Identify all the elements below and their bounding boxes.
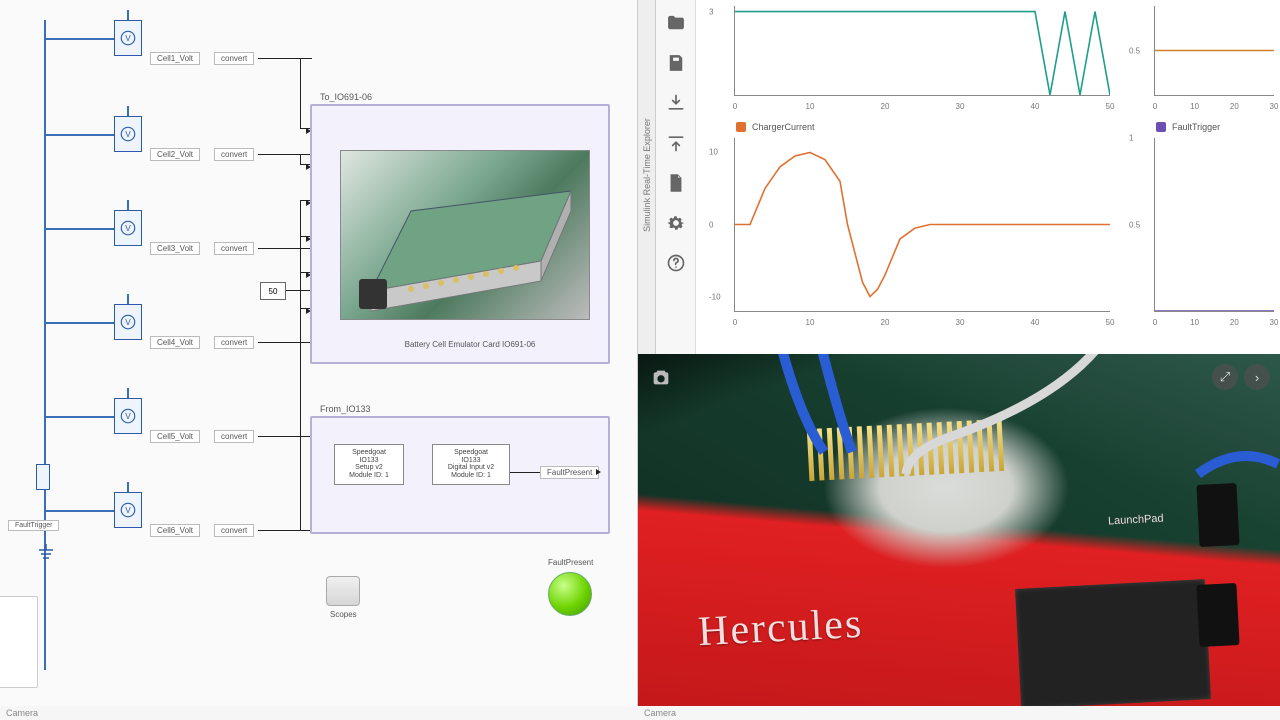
chart-series[interactable]: 01020300.5	[1116, 0, 1280, 120]
scope-toolbar	[656, 0, 696, 354]
cell-label-6: Cell6_Volt	[150, 524, 200, 537]
fault-switch[interactable]	[36, 464, 50, 490]
speedgoat-setup-block[interactable]: Speedgoat IO133 Setup v2 Module ID: 1	[334, 444, 404, 485]
voltmeter-6[interactable]: V	[114, 492, 142, 528]
side-tab-label: Simulink Real-Time Explorer	[642, 110, 652, 240]
scopes-button[interactable]	[326, 576, 360, 606]
camera-label: Camera	[638, 706, 1280, 720]
svg-text:V: V	[125, 224, 131, 233]
convert-block-1[interactable]: convert	[214, 52, 254, 65]
fault-led	[548, 572, 592, 616]
voltmeter-4[interactable]: V	[114, 304, 142, 340]
cell-label-4: Cell4_Volt	[150, 336, 200, 349]
scope-panel: Simulink Real-Time Explorer 010203040503…	[638, 0, 1280, 354]
convert-block-2[interactable]: convert	[214, 148, 254, 161]
file-icon[interactable]	[663, 170, 689, 196]
help-icon[interactable]	[663, 250, 689, 276]
gear-icon[interactable]	[663, 210, 689, 236]
simulink-canvas[interactable]: VCell1_VoltconvertVCell2_VoltconvertVCel…	[0, 0, 638, 720]
cell-label-3: Cell3_Volt	[150, 242, 200, 255]
constant-block[interactable]: 50	[260, 282, 286, 300]
voltmeter-1[interactable]: V	[114, 20, 142, 56]
fault-led-label: FaultPresent	[548, 558, 593, 567]
subsystem-to-title: To_IO691-06	[320, 92, 372, 102]
cell-label-2: Cell2_Volt	[150, 148, 200, 161]
folder-icon[interactable]	[663, 10, 689, 36]
fault-trigger-tag: FaultTrigger	[8, 520, 59, 531]
cell-label-5: Cell5_Volt	[150, 430, 200, 443]
voltmeter-2[interactable]: V	[114, 116, 142, 152]
constant-value: 50	[269, 287, 278, 296]
download-icon[interactable]	[663, 90, 689, 116]
voltmeter-5[interactable]: V	[114, 398, 142, 434]
chart-ChargerCurrent[interactable]: 01020304050-10010	[696, 132, 1116, 336]
camera-zoom-icon[interactable]: ⤢	[1212, 364, 1238, 390]
emulator-card-image	[340, 150, 590, 320]
cell-label-1: Cell1_Volt	[150, 52, 200, 65]
camera-source-icon	[650, 366, 672, 388]
svg-text:V: V	[125, 506, 131, 515]
camera-view: Hercules LaunchPad ⤢ ›	[638, 354, 1280, 706]
voltmeter-3[interactable]: V	[114, 210, 142, 246]
convert-block-5[interactable]: convert	[214, 430, 254, 443]
chart-series[interactable]: 010203040503	[696, 0, 1116, 120]
chart-FaultTrigger[interactable]: 01020300.51	[1116, 132, 1280, 336]
convert-block-3[interactable]: convert	[214, 242, 254, 255]
legend-chargercurrent: ChargerCurrent	[752, 122, 815, 132]
side-tab-bar[interactable]: Simulink Real-Time Explorer	[638, 0, 656, 354]
svg-text:V: V	[125, 318, 131, 327]
slider-block[interactable]	[0, 596, 38, 688]
convert-block-6[interactable]: convert	[214, 524, 254, 537]
ground-icon	[38, 544, 54, 562]
pcb-board-name: Hercules	[697, 600, 865, 657]
svg-text:V: V	[125, 412, 131, 421]
scopes-label: Scopes	[330, 610, 357, 619]
save-icon[interactable]	[663, 50, 689, 76]
emulator-caption: Battery Cell Emulator Card IO691-06	[360, 340, 580, 349]
svg-text:V: V	[125, 34, 131, 43]
convert-block-4[interactable]: convert	[214, 336, 254, 349]
fault-present-out: FaultPresent	[540, 466, 599, 479]
legend-faulttrigger: FaultTrigger	[1172, 122, 1220, 132]
camera-controls: ⤢ ›	[1212, 364, 1270, 390]
speedgoat-digitalin-block[interactable]: Speedgoat IO133 Digital Input v2 Module …	[432, 444, 510, 485]
upload-icon[interactable]	[663, 130, 689, 156]
camera-next-icon[interactable]: ›	[1244, 364, 1270, 390]
svg-text:V: V	[125, 130, 131, 139]
subsystem-from-title: From_IO133	[320, 404, 371, 414]
